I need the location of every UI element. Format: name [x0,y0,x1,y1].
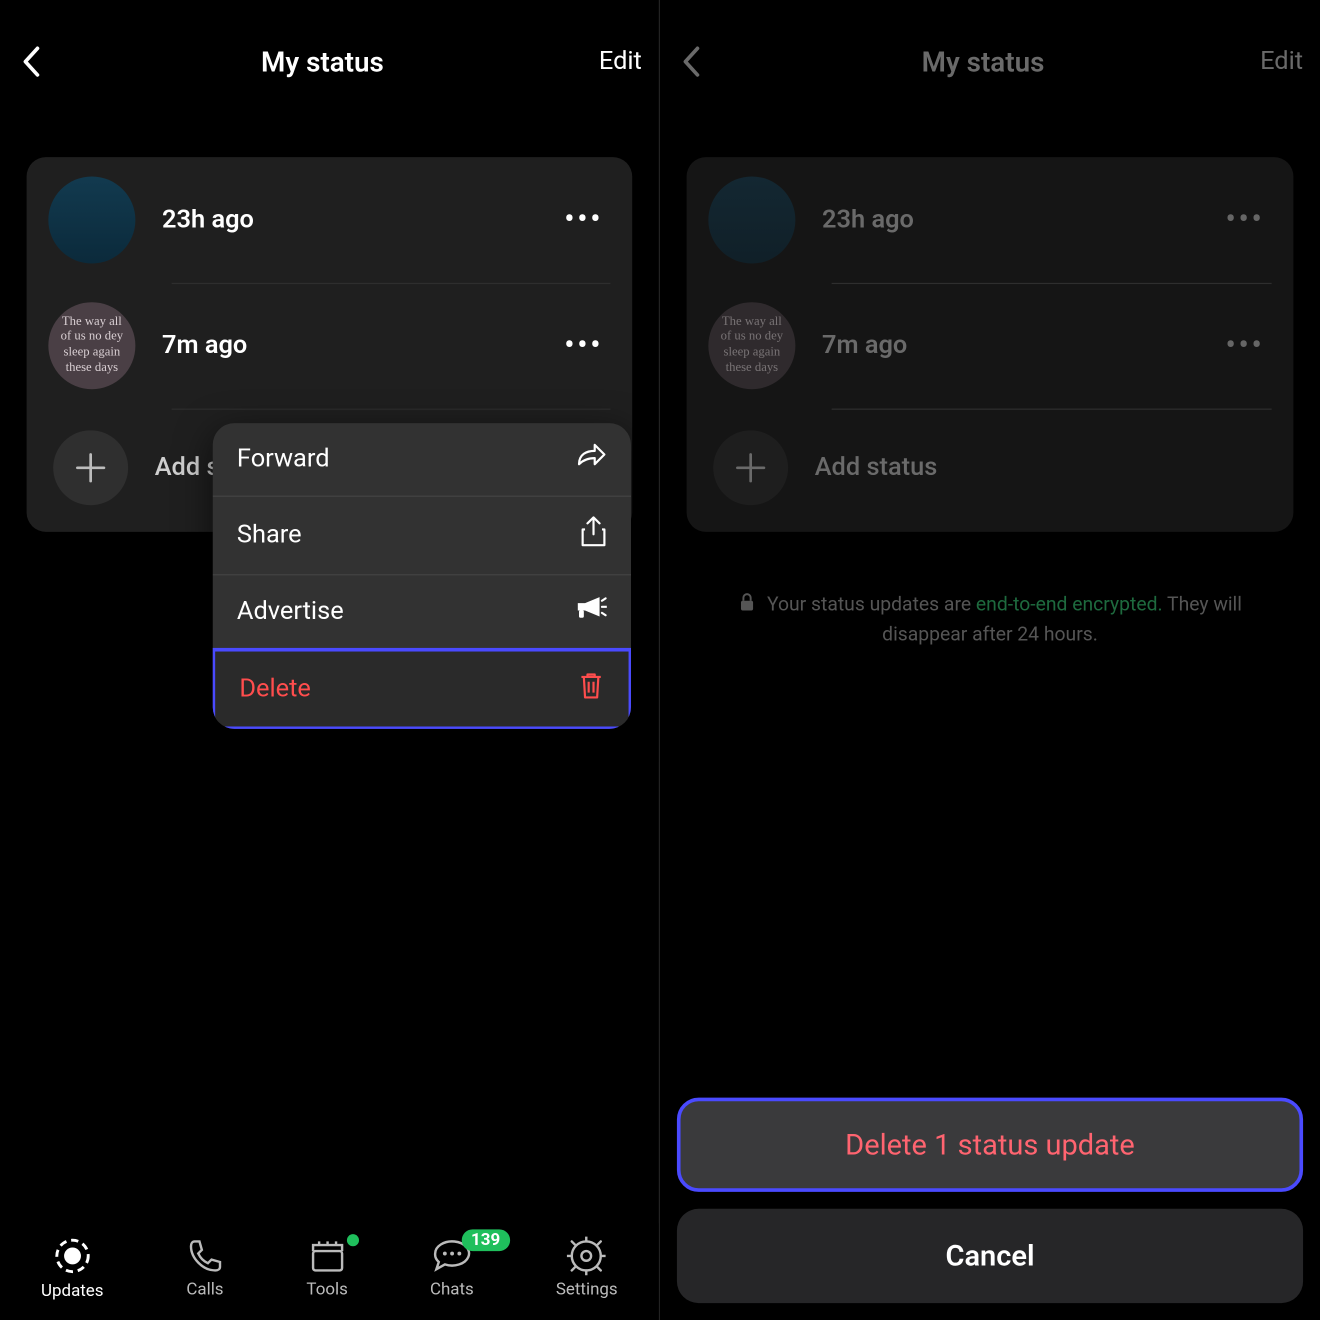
context-menu-share[interactable]: Share [213,497,631,576]
status-time: 23h ago [162,205,557,234]
tab-bar: Updates Calls Tools 139 Chats Settings [0,1223,659,1320]
cancel-button[interactable]: Cancel [677,1209,1303,1303]
notification-dot [348,1234,360,1246]
more-icon[interactable]: ••• [1218,323,1272,369]
add-status-label: Add status [815,453,1272,482]
back-button[interactable] [17,47,46,76]
menu-label: Delete [239,675,311,704]
tab-label: Tools [306,1280,347,1299]
status-time: 23h ago [822,205,1218,234]
more-icon[interactable]: ••• [557,323,611,369]
share-icon [580,516,607,555]
encryption-note: Your status updates are end-to-end encry… [696,590,1283,649]
context-menu: Forward Share Advertise Delete [213,423,631,729]
status-row[interactable]: The way all of us no dey sleep again the… [27,283,633,409]
status-row[interactable]: 23h ago ••• [687,157,1294,283]
screenshot-left: My status Edit 23h ago ••• The way all o… [0,0,660,1320]
megaphone-icon [575,595,606,629]
context-menu-delete[interactable]: Delete [213,648,631,729]
tab-calls[interactable]: Calls [186,1237,225,1300]
more-icon[interactable]: ••• [557,197,611,243]
action-sheet: Delete 1 status update Cancel [677,1098,1303,1303]
add-status-row[interactable]: Add status [687,409,1294,532]
tab-settings[interactable]: Settings [556,1237,618,1300]
page-title: My status [706,45,1260,78]
status-thumbnail [708,176,795,263]
status-thumbnail: The way all of us no dey sleep again the… [48,302,135,389]
header: My status Edit [0,29,659,94]
status-row[interactable]: 23h ago ••• [27,157,633,283]
delete-status-button[interactable]: Delete 1 status update [677,1098,1303,1192]
status-row[interactable]: The way all of us no dey sleep again the… [687,283,1294,409]
context-menu-advertise[interactable]: Advertise [213,575,631,649]
trash-icon [578,671,605,707]
tab-label: Updates [41,1281,103,1300]
chats-badge: 139 [461,1229,509,1251]
plus-icon [53,430,128,505]
edit-button[interactable]: Edit [1260,47,1303,76]
tab-updates[interactable]: Updates [41,1235,103,1300]
tab-label: Calls [186,1280,223,1299]
plus-icon [713,430,788,505]
menu-label: Forward [237,445,330,474]
menu-label: Advertise [237,597,344,626]
status-thumbnail: The way all of us no dey sleep again the… [708,302,795,389]
encryption-text-highlight: end-to-end encrypted. [976,592,1163,615]
more-icon[interactable]: ••• [1218,197,1272,243]
screenshot-right: My status Edit 23h ago ••• The way all o… [660,0,1320,1320]
encryption-text-prefix: Your status updates are [767,592,976,615]
context-menu-forward[interactable]: Forward [213,423,631,497]
tab-label: Chats [430,1280,474,1299]
tab-label: Settings [556,1280,618,1299]
tab-tools[interactable]: Tools [306,1237,347,1300]
status-time: 7m ago [162,331,557,360]
header: My status Edit [660,29,1320,94]
back-button[interactable] [677,47,706,76]
edit-button[interactable]: Edit [599,47,642,76]
lock-icon [738,591,755,620]
status-time: 7m ago [822,331,1218,360]
status-thumbnail [48,176,135,263]
page-title: My status [46,45,599,78]
tab-chats[interactable]: 139 Chats [430,1237,474,1300]
forward-icon [575,442,606,476]
menu-label: Share [237,521,302,550]
status-list: 23h ago ••• The way all of us no dey sle… [687,157,1294,532]
